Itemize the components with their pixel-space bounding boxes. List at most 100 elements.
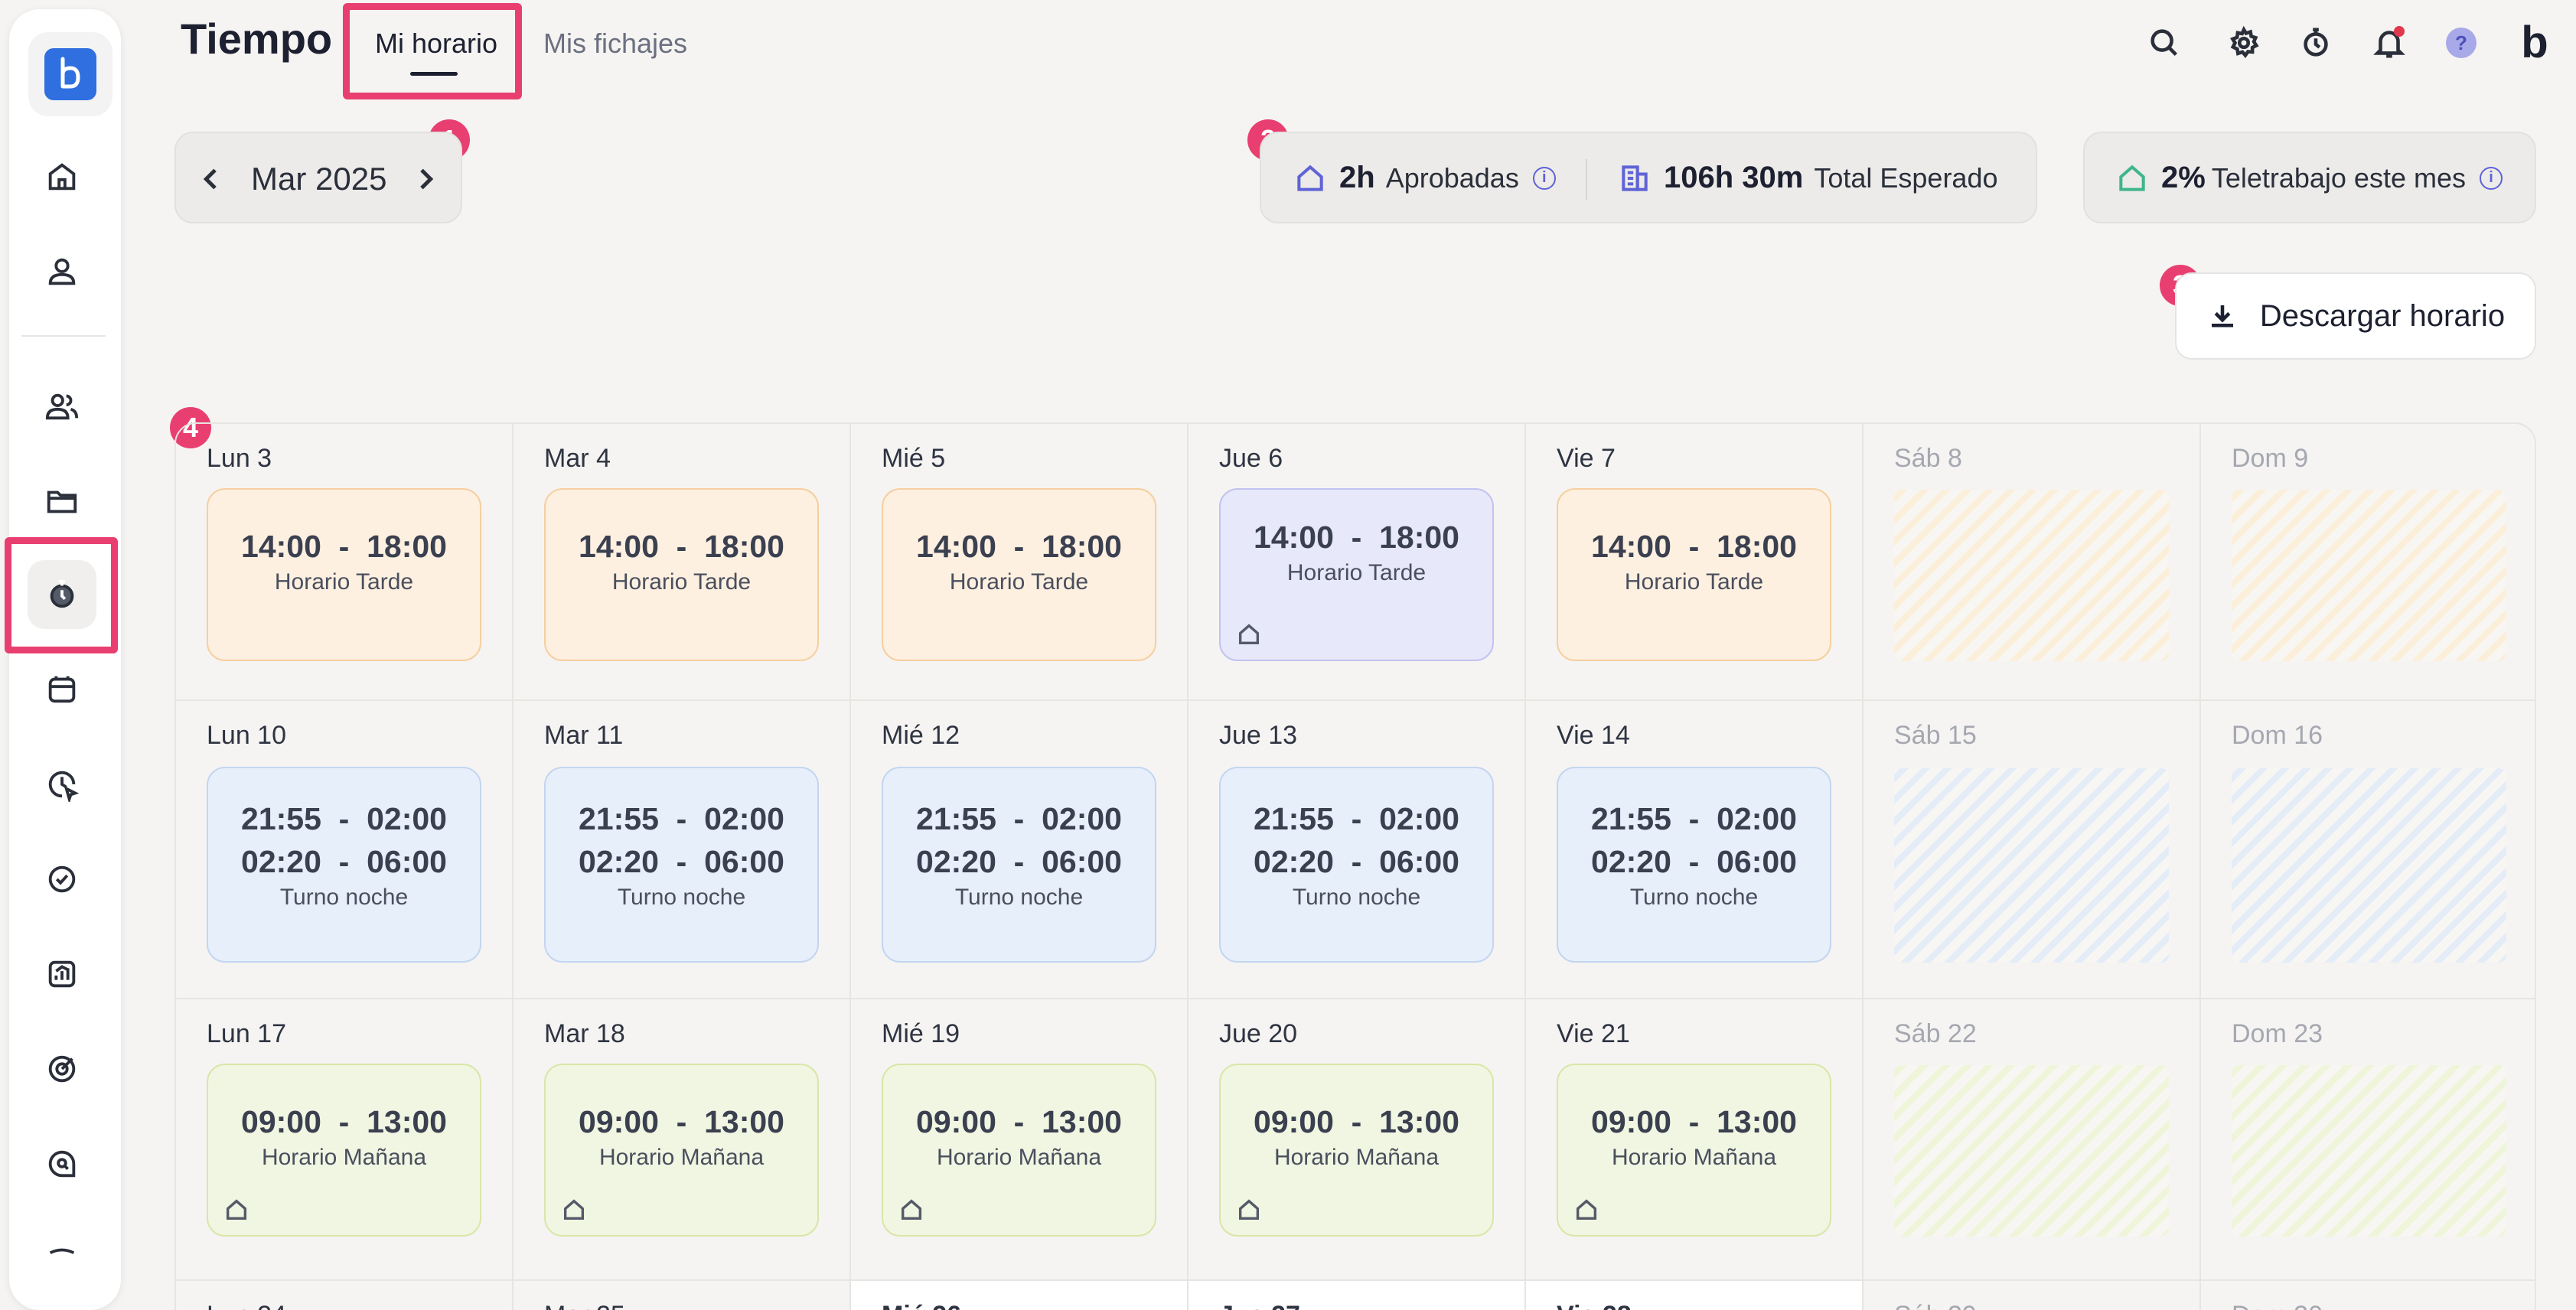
calendar-day-cell[interactable]: Lun 17 09:00 - 13:00 Horario Mañana — [176, 999, 514, 1281]
shift-times: 14:00 - 18:00 — [579, 529, 784, 564]
next-month-button[interactable] — [410, 164, 441, 194]
calendar-day-cell[interactable]: Dom 23 — [2201, 999, 2535, 1281]
house-icon — [2119, 165, 2145, 191]
calendar-icon — [48, 676, 76, 703]
day-label: Mié 26 — [882, 1301, 961, 1310]
notifications-button[interactable] — [2366, 20, 2412, 66]
brand-menu[interactable]: b — [2512, 20, 2558, 66]
approved-label: Aprobadas — [1385, 161, 1519, 194]
shift-card[interactable]: 21:55 - 02:00 02:20 - 06:00 Turno noche — [1219, 767, 1494, 963]
sidebar-item-clock[interactable] — [28, 750, 96, 819]
help-button[interactable]: ? — [2438, 20, 2484, 66]
info-icon[interactable]: i — [1532, 166, 1556, 190]
sidebar-item-people[interactable] — [28, 372, 96, 441]
calendar-day-cell[interactable]: Dom 16 — [2201, 701, 2535, 999]
calendar-day-cell[interactable]: Lun 10 21:55 - 02:00 02:20 - 06:00 Turno n… — [176, 701, 514, 999]
logo-b-icon — [60, 57, 80, 89]
calendar-day-cell[interactable]: Jue 27 — [1189, 1281, 1526, 1310]
day-label: Mié 12 — [882, 721, 960, 750]
weekend-placeholder — [1894, 1065, 2169, 1237]
calendar-day-cell[interactable]: Mar 11 21:55 - 02:00 02:20 - 06:00 Turno n… — [514, 701, 851, 999]
shift-card[interactable]: 21:55 - 02:00 02:20 - 06:00 Turno noche — [207, 767, 481, 963]
shift-card[interactable]: 09:00 - 13:00 Horario Mañana — [1557, 1064, 1831, 1237]
sidebar-item-feedback[interactable] — [28, 1129, 96, 1198]
shift-card[interactable]: 14:00 - 18:00 Horario Tarde — [1219, 488, 1494, 661]
shift-card[interactable]: 09:00 - 13:00 Horario Mañana — [882, 1064, 1156, 1237]
calendar-day-cell[interactable]: Dom 30 — [2201, 1281, 2535, 1310]
calendar-day-cell[interactable]: Vie 21 09:00 - 13:00 Horario Mañana — [1526, 999, 1864, 1281]
calendar-day-cell[interactable]: Mar 25 — [514, 1281, 851, 1310]
shift-card[interactable]: 09:00 - 13:00 Horario Mañana — [207, 1064, 481, 1237]
calendar-day-cell[interactable]: Mar 18 09:00 - 13:00 Horario Mañana — [514, 999, 851, 1281]
day-label: Vie 28 — [1557, 1301, 1632, 1310]
calendar-day-cell[interactable]: Vie 14 21:55 - 02:00 02:20 - 06:00 Turno n… — [1526, 701, 1864, 999]
shift-times: 21:55 - 02:00 02:20 - 06:00 — [1254, 801, 1459, 879]
sidebar-item-reports[interactable] — [28, 940, 96, 1009]
check-circle-icon — [48, 865, 76, 893]
calendar-day-cell[interactable]: Mié 5 14:00 - 18:00 Horario Tarde — [851, 424, 1189, 701]
chat-search-icon — [48, 1150, 76, 1178]
app-logo[interactable] — [28, 32, 112, 116]
calendar-day-cell[interactable]: Lun 24 — [176, 1281, 514, 1310]
day-label: Mar 4 — [544, 444, 611, 473]
search-button[interactable] — [2141, 20, 2187, 66]
shift-card[interactable]: 09:00 - 13:00 Horario Mañana — [1219, 1064, 1494, 1237]
calendar-day-cell[interactable]: Mar 4 14:00 - 18:00 Horario Tarde — [514, 424, 851, 701]
info-icon[interactable]: i — [2480, 166, 2503, 190]
day-label: Dom 30 — [2232, 1301, 2323, 1310]
sidebar-item-documents[interactable] — [28, 467, 96, 536]
day-label: Mar 25 — [544, 1301, 625, 1310]
shift-card[interactable]: 14:00 - 18:00 Horario Tarde — [207, 488, 481, 661]
day-label: Mié 5 — [882, 444, 946, 473]
download-schedule-button[interactable]: Descargar horario — [2175, 272, 2536, 360]
prev-month-button[interactable] — [196, 164, 227, 194]
sidebar-item-more[interactable] — [28, 1224, 96, 1293]
shift-times: 21:55 - 02:00 02:20 - 06:00 — [916, 801, 1122, 879]
shift-times: 14:00 - 18:00 — [916, 529, 1122, 564]
calendar-day-cell[interactable]: Vie 28 — [1526, 1281, 1864, 1310]
calendar-day-cell[interactable]: Jue 6 14:00 - 18:00 Horario Tarde — [1189, 424, 1526, 701]
calendar-day-cell[interactable]: Sáb 29 — [1864, 1281, 2201, 1310]
chart-icon — [48, 960, 76, 988]
sidebar-item-calendar[interactable] — [28, 655, 96, 724]
shift-times: 09:00 - 13:00 — [579, 1104, 784, 1139]
sidebar-item-goals[interactable] — [28, 1035, 96, 1103]
calendar-day-cell[interactable]: Sáb 8 — [1864, 424, 2201, 701]
shift-name: Turno noche — [1629, 885, 1759, 910]
tab-mis-fichajes[interactable]: Mis fichajes — [543, 28, 687, 60]
calendar-day-cell[interactable]: Mié 19 09:00 - 13:00 Horario Mañana — [851, 999, 1189, 1281]
shift-card[interactable]: 21:55 - 02:00 02:20 - 06:00 Turno noche — [1557, 767, 1831, 963]
calendar-day-cell[interactable]: Mié 26 — [851, 1281, 1189, 1310]
calendar-day-cell[interactable]: Mié 12 21:55 - 02:00 02:20 - 06:00 Turno n… — [851, 701, 1189, 999]
sidebar-item-home[interactable] — [28, 142, 96, 211]
weekend-placeholder — [1894, 768, 2169, 963]
shift-card[interactable]: 21:55 - 02:00 02:20 - 06:00 Turno noche — [882, 767, 1156, 963]
calendar-day-cell[interactable]: Sáb 22 — [1864, 999, 2201, 1281]
shift-times: 21:55 - 02:00 02:20 - 06:00 — [1591, 801, 1797, 879]
remote-work-percentage: 2% Teletrabajo este mes i — [2115, 161, 2503, 195]
day-label: Dom 9 — [2232, 444, 2309, 473]
weekend-placeholder — [1894, 490, 2169, 661]
calendar-day-cell[interactable]: Jue 13 21:55 - 02:00 02:20 - 06:00 Turno n… — [1189, 701, 1526, 999]
sidebar-item-profile[interactable] — [28, 237, 96, 306]
sidebar-item-tasks[interactable] — [28, 845, 96, 914]
expected-value: 106h 30m — [1664, 161, 1804, 194]
shift-card[interactable]: 14:00 - 18:00 Horario Tarde — [1557, 488, 1831, 661]
shift-card[interactable]: 21:55 - 02:00 02:20 - 06:00 Turno noche — [544, 767, 819, 963]
remote-work-house-icon — [1236, 1197, 1262, 1223]
calendar-day-cell[interactable]: Lun 3 14:00 - 18:00 Horario Tarde — [176, 424, 514, 701]
calendar-day-cell[interactable]: Sáb 15 — [1864, 701, 2201, 999]
settings-button[interactable] — [2221, 20, 2267, 66]
shift-card[interactable]: 14:00 - 18:00 Horario Tarde — [544, 488, 819, 661]
timer-button[interactable] — [2293, 20, 2339, 66]
shift-name: Turno noche — [279, 885, 409, 910]
calendar-day-cell[interactable]: Vie 7 14:00 - 18:00 Horario Tarde — [1526, 424, 1864, 701]
shift-card[interactable]: 09:00 - 13:00 Horario Mañana — [544, 1064, 819, 1237]
approved-hours: 2h Aprobadas i — [1293, 161, 1556, 195]
shift-name: Horario Tarde — [949, 569, 1089, 595]
calendar-grid: Lun 3 14:00 - 18:00 Horario Tarde Mar 4 14:0… — [176, 424, 2535, 1310]
shift-name: Horario Tarde — [611, 569, 752, 595]
shift-card[interactable]: 14:00 - 18:00 Horario Tarde — [882, 488, 1156, 661]
calendar-day-cell[interactable]: Dom 9 — [2201, 424, 2535, 701]
calendar-day-cell[interactable]: Jue 20 09:00 - 13:00 Horario Mañana — [1189, 999, 1526, 1281]
